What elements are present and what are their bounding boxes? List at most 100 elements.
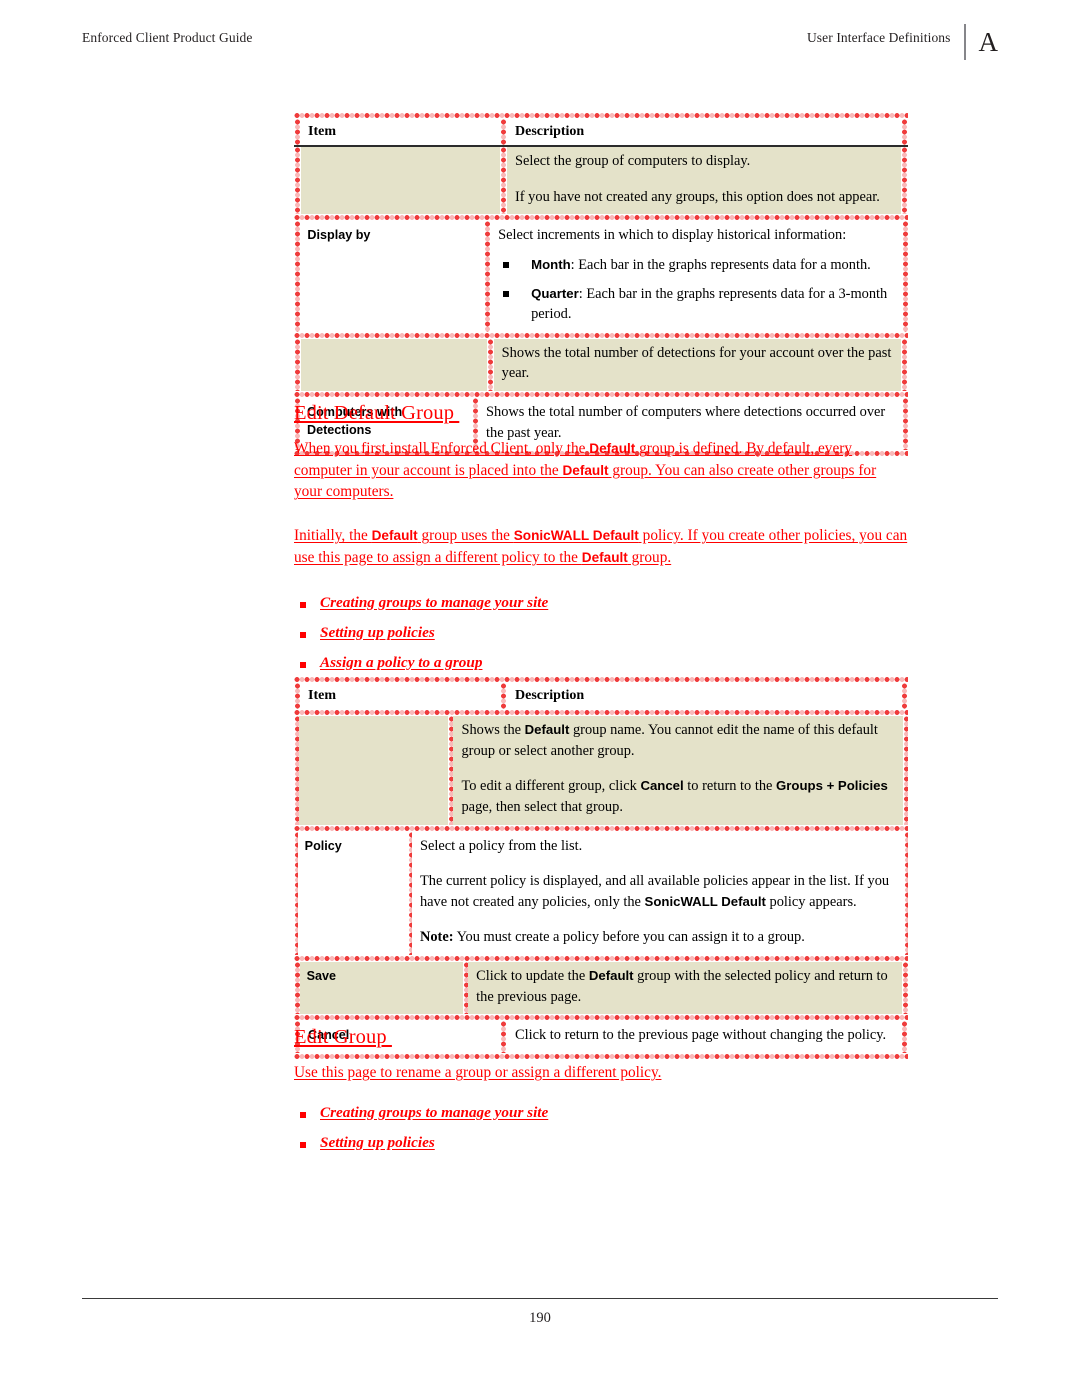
table-border-mid xyxy=(500,119,507,146)
section-paragraph-1[interactable]: Use this page to rename a group or assig… xyxy=(294,1062,908,1084)
list-item: Setting up policies xyxy=(294,1134,908,1152)
bullet-term: Quarter xyxy=(531,285,579,301)
table-row-divider xyxy=(294,391,908,399)
page-number: 190 xyxy=(529,1310,551,1326)
description-paragraph: Select increments in which to display hi… xyxy=(498,227,847,244)
table-row: Save Click to update the Default group w… xyxy=(294,962,908,1015)
header-left-title: Enforced Client Product Guide xyxy=(82,30,253,45)
emphasis-cancel: Cancel xyxy=(640,778,684,794)
table-border-left xyxy=(294,119,301,146)
table-border-top xyxy=(294,112,908,119)
related-link[interactable]: Setting up policies xyxy=(320,1134,435,1151)
table-border-right xyxy=(901,683,908,710)
table-two: Item Description Shows the Default group… xyxy=(294,676,908,1060)
table-border-right xyxy=(902,716,908,825)
table-border-left xyxy=(294,147,301,215)
bullet-text: : Each bar in the graphs represents data… xyxy=(531,285,888,323)
description-bullet-list: Month: Each bar in the graphs represents… xyxy=(498,255,895,325)
row-description: Select increments in which to display hi… xyxy=(490,221,902,332)
section-paragraph-2[interactable]: Initially, the Default group uses the So… xyxy=(294,525,908,568)
description-paragraph: Select a policy from the list. xyxy=(419,837,583,854)
description-note: Note: You must create a policy before yo… xyxy=(420,927,897,948)
table-row: Shows the Default group name. You cannot… xyxy=(294,716,908,825)
note-label: Note: xyxy=(419,929,454,946)
related-link[interactable]: Setting up policies xyxy=(320,624,435,641)
paragraph-text: to return to the xyxy=(683,778,777,795)
row-description: Click to update the Default group with t… xyxy=(468,962,903,1015)
description-paragraph: If you have not created any groups, this… xyxy=(515,188,880,205)
emphasis-sonicwall-default: SonicWALL Default xyxy=(644,893,766,909)
bullet-text: : Each bar in the graphs represents data… xyxy=(570,257,871,274)
column-header-description: Description xyxy=(507,683,901,710)
table-row: Select the group of computers to display… xyxy=(294,147,908,215)
table-row: Policy Select a policy from the list. Th… xyxy=(294,831,908,956)
footer-divider-rule xyxy=(82,1298,998,1299)
table-border-top xyxy=(294,676,908,683)
section-edit-default-group: Edit Default Group When you first instal… xyxy=(294,402,908,684)
document-page: Enforced Client Product Guide User Inter… xyxy=(0,0,1080,1397)
table-border-left xyxy=(294,683,301,710)
section-paragraph-1[interactable]: When you first install Enforced Client, … xyxy=(294,438,908,503)
section-heading[interactable]: Edit Default Group xyxy=(294,402,908,425)
emphasis-default: Default xyxy=(524,722,570,738)
table-border-right xyxy=(901,119,908,146)
list-item: Assign a policy to a group xyxy=(294,654,908,672)
related-links-list: Creating groups to manage your site Sett… xyxy=(294,594,908,672)
description-paragraph: To edit a different group, click Cancel … xyxy=(461,776,895,817)
table-row-divider xyxy=(294,214,908,222)
related-link[interactable]: Assign a policy to a group xyxy=(320,654,482,671)
description-paragraph: Select the group of computers to display… xyxy=(515,153,751,170)
list-item: Creating groups to manage your site xyxy=(294,1104,908,1122)
section-heading[interactable]: Edit Group xyxy=(294,1026,908,1049)
paragraph-text: Initially, the xyxy=(294,527,372,545)
row-item-label xyxy=(300,338,488,392)
paragraph-text: group. xyxy=(627,548,672,566)
related-link[interactable]: Creating groups to manage your site xyxy=(320,594,548,611)
row-description: Select a policy from the list. The curre… xyxy=(411,831,905,956)
table-row-divider xyxy=(294,955,908,963)
paragraph-text: To edit a different group, click xyxy=(461,778,641,795)
description-paragraph: Shows the Default group name. You cannot… xyxy=(461,720,895,761)
paragraph-text: group uses the xyxy=(417,527,514,545)
table-row-divider xyxy=(294,1014,908,1022)
table-row-divider xyxy=(294,331,908,339)
emphasis-default: Default xyxy=(581,549,628,565)
list-item: Creating groups to manage your site xyxy=(294,594,908,612)
table-border-right xyxy=(901,221,908,332)
appendix-letter: A xyxy=(978,27,999,57)
emphasis-groups-policies: Groups + Policies xyxy=(776,778,888,794)
table-border-right xyxy=(902,962,908,1015)
table-border-right xyxy=(904,831,908,956)
note-text: You must create a policy before you can … xyxy=(453,929,805,946)
table-row-divider xyxy=(294,824,908,832)
related-links-list: Creating groups to manage your site Sett… xyxy=(294,1104,908,1152)
table-header-row: Item Description xyxy=(294,683,908,710)
related-link[interactable]: Creating groups to manage your site xyxy=(320,1104,548,1121)
row-item-label xyxy=(301,147,500,215)
description-paragraph: Shows the total number of detections for… xyxy=(501,344,892,382)
emphasis-default: Default xyxy=(562,462,609,478)
table-border-right xyxy=(901,147,908,215)
column-header-item: Item xyxy=(301,119,500,146)
bullet-term: Month xyxy=(531,257,571,273)
page-header: Enforced Client Product Guide User Inter… xyxy=(82,24,999,64)
row-item-label: Save xyxy=(299,962,463,1015)
paragraph-text: Shows the xyxy=(461,722,525,739)
list-item: Setting up policies xyxy=(294,624,908,642)
description-paragraph: The current policy is displayed, and all… xyxy=(420,871,897,912)
row-description: Select the group of computers to display… xyxy=(507,147,901,215)
emphasis-sonicwall-default: SonicWALL Default xyxy=(513,528,639,544)
paragraph-text: page, then select that group. xyxy=(461,799,623,816)
header-right-group: User Interface Definitions A xyxy=(806,24,999,60)
header-right-title: User Interface Definitions xyxy=(806,30,951,45)
table-row: Shows the total number of detections for… xyxy=(294,338,908,392)
emphasis-default: Default xyxy=(589,441,636,456)
table-row: Display by Select increments in which to… xyxy=(294,221,908,332)
table-border-right xyxy=(901,338,908,392)
description-paragraph: Click to update the Default group with t… xyxy=(476,966,895,1007)
row-item-label xyxy=(299,716,449,825)
table-border-mid xyxy=(500,147,507,215)
column-header-item: Item xyxy=(301,683,500,710)
table-header-row: Item Description xyxy=(294,119,908,146)
row-description: Shows the Default group name. You cannot… xyxy=(453,716,903,825)
